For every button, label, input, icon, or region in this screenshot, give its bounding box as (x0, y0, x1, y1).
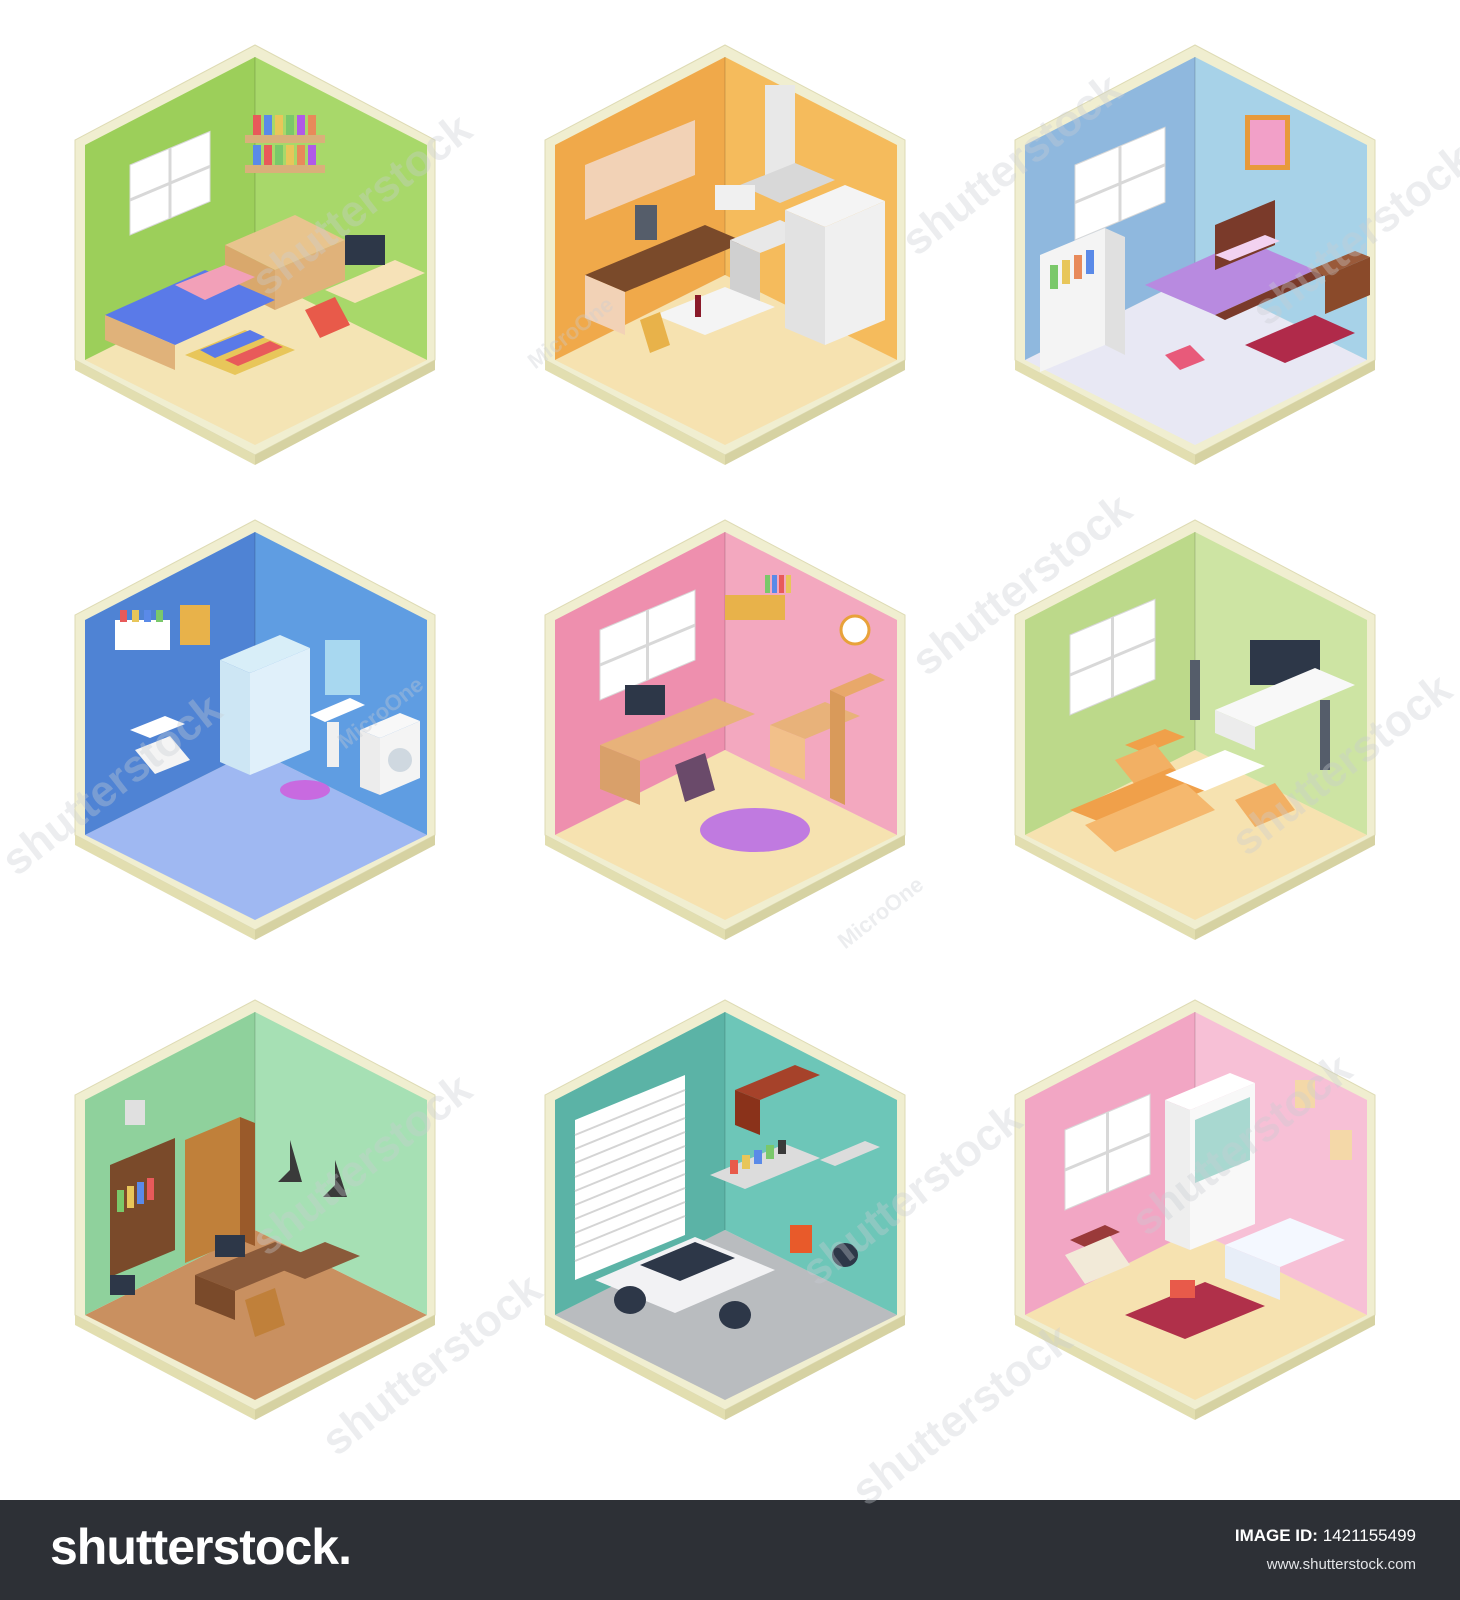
wine-bottle (695, 295, 701, 317)
room-living-room-drawing (1014, 519, 1376, 940)
book (275, 115, 283, 135)
microwave (715, 185, 755, 210)
rocking-horse (1170, 1280, 1195, 1298)
book (264, 145, 272, 165)
tool (778, 1140, 786, 1154)
tool (730, 1160, 738, 1174)
car-wheel (614, 1286, 646, 1314)
room-bedroom-master (1014, 44, 1395, 465)
wardrobe-side (240, 1117, 255, 1246)
room-study (544, 519, 925, 940)
shelf-middle (245, 165, 325, 173)
book (264, 115, 272, 135)
book (286, 145, 294, 165)
room-kitchen-drawing (544, 44, 906, 465)
painting (1250, 120, 1285, 165)
book (137, 1182, 144, 1204)
book (786, 575, 791, 593)
room-bedroom-kids-drawing (74, 44, 436, 465)
computer-monitor (625, 685, 665, 715)
washer-front (360, 730, 380, 795)
wall-clock-icon (839, 614, 871, 646)
compressor (790, 1225, 812, 1253)
computer-monitor (215, 1235, 245, 1257)
monitor (345, 235, 385, 265)
room-office (74, 999, 455, 1420)
book (117, 1190, 124, 1212)
stock-footer-bar: shutterstock. IMAGE ID: 1421155499 www.s… (0, 1500, 1460, 1600)
room-garage-drawing (544, 999, 906, 1420)
book (253, 145, 261, 165)
room-living-room (1014, 519, 1395, 940)
spare-tire (832, 1243, 858, 1267)
car-wheel (719, 1301, 751, 1329)
toiletry (144, 610, 151, 622)
room-garage (544, 999, 925, 1420)
room-office-drawing (74, 999, 436, 1420)
room-kitchen (544, 44, 925, 465)
coffee-machine (635, 205, 657, 240)
fridge-front (785, 210, 825, 345)
room-illustration-grid (0, 0, 1460, 1500)
image-id-label: IMAGE ID: (1234, 1526, 1318, 1545)
room-bedroom-master-drawing (1014, 44, 1376, 465)
glass-shelf (115, 620, 170, 650)
shutterstock-logo: shutterstock. (50, 1519, 352, 1575)
wall-shelf (725, 595, 785, 620)
room-study-drawing (544, 519, 906, 940)
toiletry (156, 610, 163, 622)
speaker-left (1190, 660, 1200, 720)
wardrobe-side (1105, 228, 1125, 355)
room-bedroom-kids (74, 44, 455, 465)
hanging-clothes (1086, 250, 1094, 274)
book (286, 115, 294, 135)
tool (742, 1155, 750, 1169)
hanging-clothes (1062, 260, 1070, 284)
briefcase (110, 1275, 135, 1295)
tool (766, 1145, 774, 1159)
book (297, 115, 305, 135)
book (275, 145, 283, 165)
book (127, 1186, 134, 1208)
room-nursery-drawing (1014, 999, 1376, 1420)
bookcase-front (830, 690, 845, 805)
room-nursery (1014, 999, 1395, 1420)
toiletry (120, 610, 127, 622)
wall-picture (1295, 1080, 1315, 1108)
book (779, 575, 784, 593)
stock-url: www.shutterstock.com (1266, 1556, 1416, 1573)
speaker-right (1320, 700, 1330, 770)
book (147, 1178, 154, 1200)
book (308, 115, 316, 135)
book (765, 575, 770, 593)
shelf-top (245, 135, 325, 143)
hanging-clothes (1050, 265, 1058, 289)
book (253, 115, 261, 135)
washer-door (388, 748, 412, 772)
round-rug (700, 808, 810, 852)
mirror (325, 640, 360, 695)
toiletry (132, 610, 139, 622)
book (308, 145, 316, 165)
wall-picture (1330, 1130, 1352, 1160)
sink-pedestal (327, 722, 339, 767)
tool (754, 1150, 762, 1164)
wardrobe-side (1165, 1100, 1190, 1250)
room-bathroom (74, 519, 455, 940)
range-hood (765, 85, 795, 175)
room-bathroom-drawing (74, 519, 436, 940)
book (297, 145, 305, 165)
bath-mat (280, 780, 330, 800)
hanging-clothes (1074, 255, 1082, 279)
towel (180, 605, 210, 645)
wall-picture (125, 1100, 145, 1125)
book (772, 575, 777, 593)
image-id: IMAGE ID: 1421155499 (1235, 1526, 1416, 1546)
image-id-value: 1421155499 (1322, 1526, 1416, 1545)
shower-glass-front (220, 660, 250, 775)
